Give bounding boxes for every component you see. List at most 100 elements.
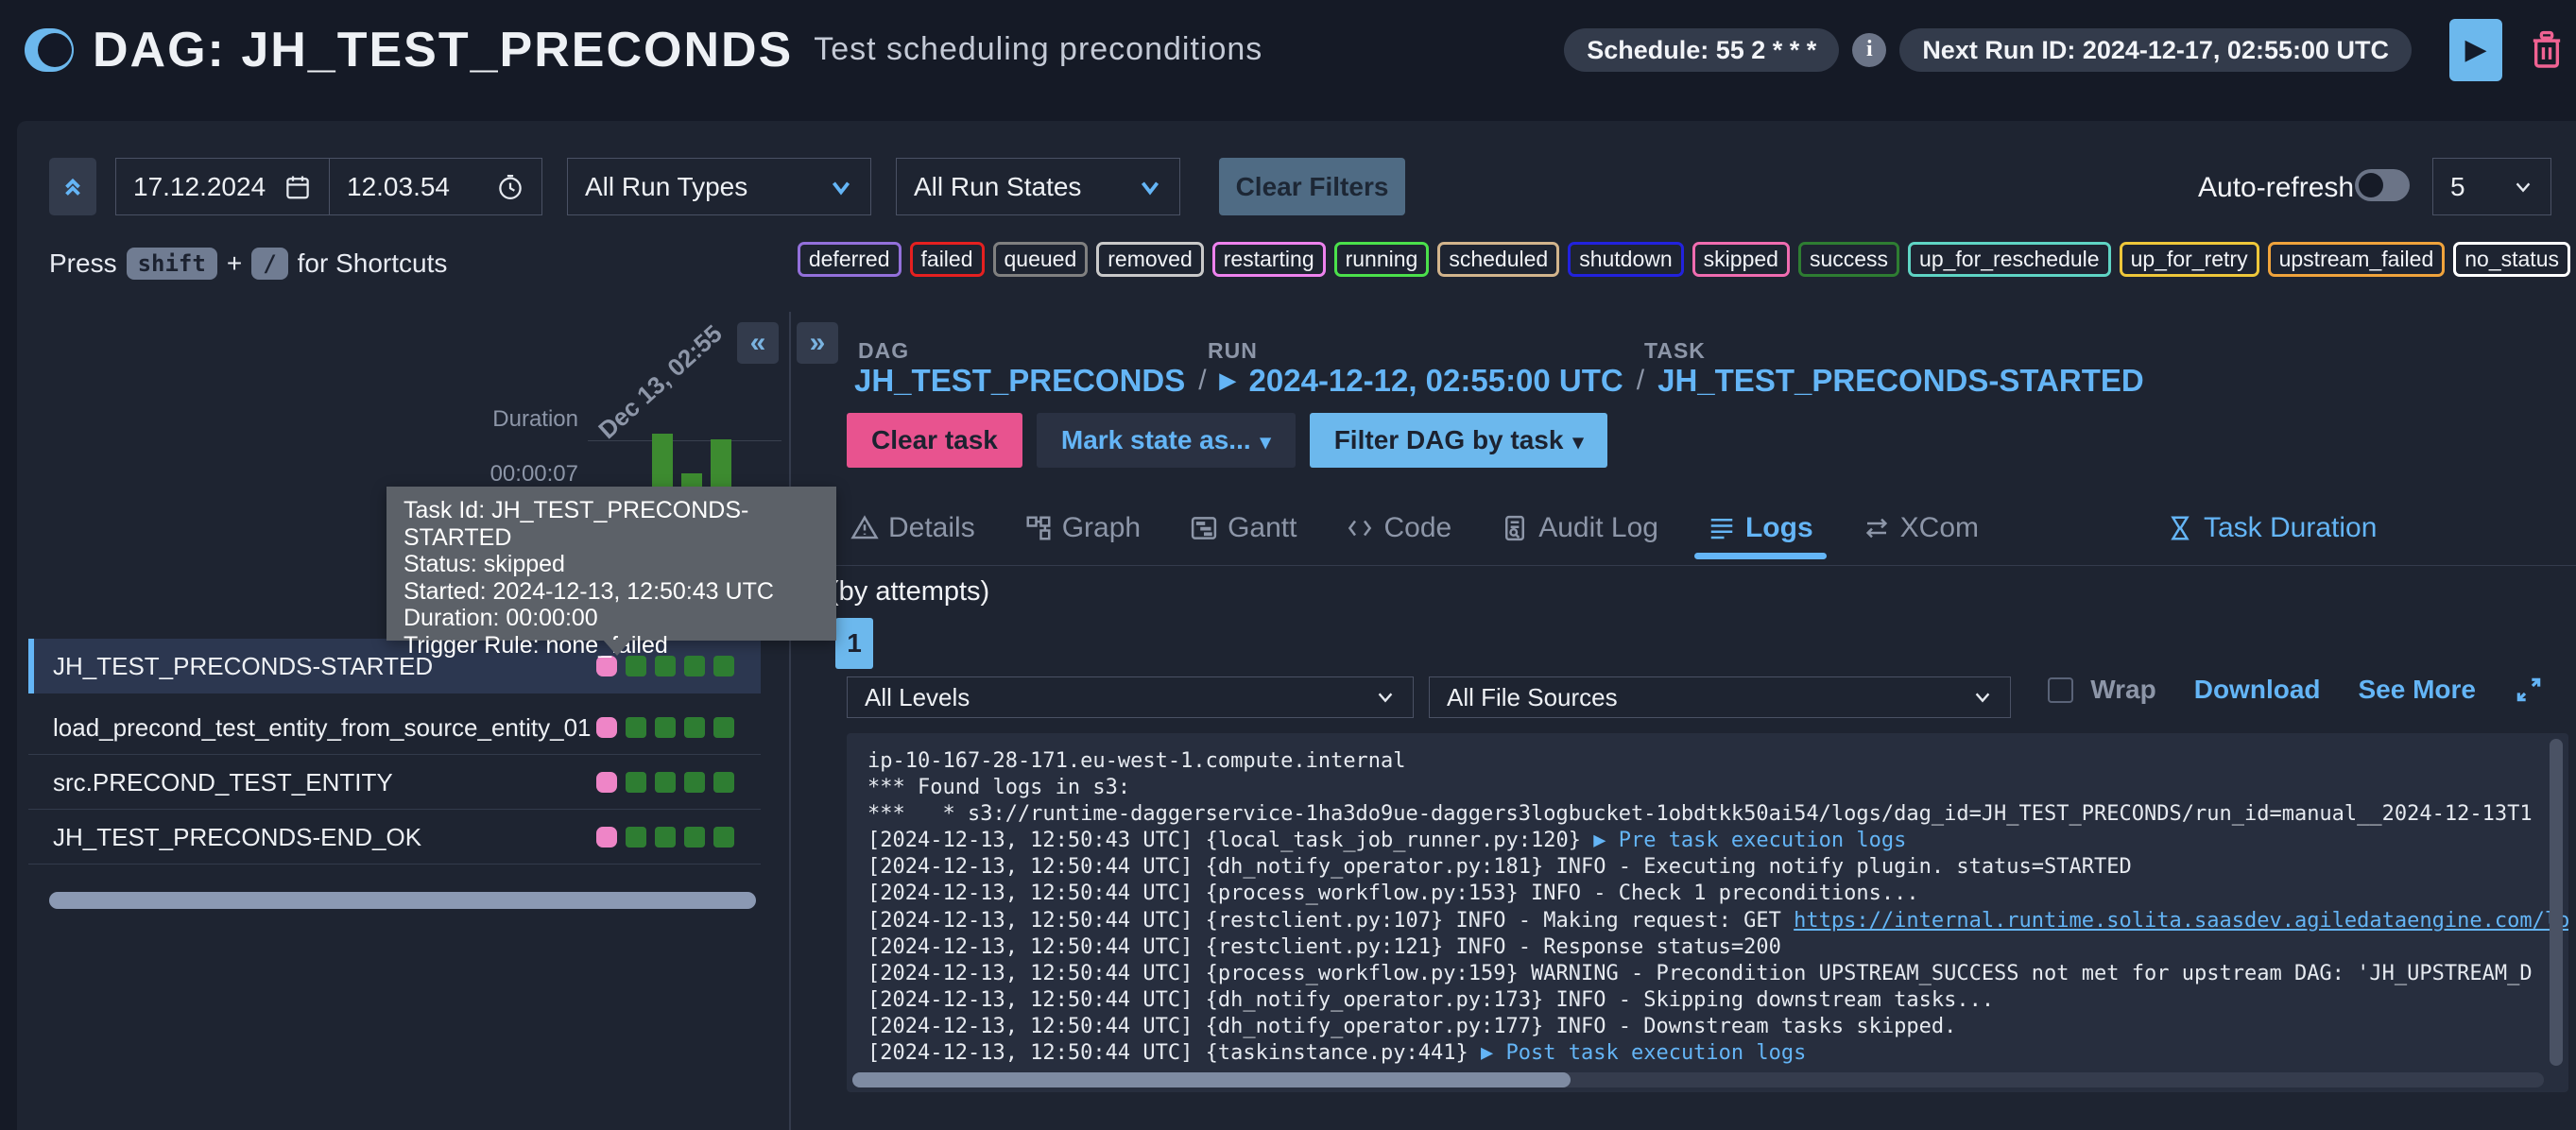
task-instance-square[interactable] (626, 827, 646, 848)
log-line: ip-10-167-28-171.eu-west-1.compute.inter… (867, 748, 2548, 775)
task-instance-square[interactable] (655, 656, 676, 676)
download-link[interactable]: Download (2194, 675, 2321, 705)
panel-divider[interactable] (789, 312, 791, 1130)
clear-filters-button[interactable]: Clear Filters (1219, 158, 1405, 215)
info-icon[interactable]: i (1852, 33, 1886, 67)
task-instance-square[interactable] (713, 772, 734, 793)
task-instance-square[interactable] (626, 717, 646, 738)
filter-dag-button[interactable]: Filter DAG by task▾ (1310, 413, 1608, 468)
run-date-input[interactable]: 17.12.2024 (115, 158, 329, 215)
legend-badge-scheduled[interactable]: scheduled (1437, 242, 1559, 277)
legend-badge-deferred[interactable]: deferred (798, 242, 902, 277)
logger-url-link[interactable]: https://internal.runtime.solita.saasdev.… (1794, 909, 2568, 933)
task-row[interactable]: load_precond_test_entity_from_source_ent… (28, 701, 761, 755)
dag-run-state-square[interactable] (596, 656, 617, 676)
task-instance-square[interactable] (655, 772, 676, 793)
task-instance-square[interactable] (713, 827, 734, 848)
run-states-select[interactable]: All Run States (896, 158, 1180, 215)
log-output[interactable]: ip-10-167-28-171.eu-west-1.compute.inter… (847, 733, 2568, 1092)
task-instance-square[interactable] (713, 717, 734, 738)
chevron-down-icon (1972, 687, 1993, 708)
shift-key-chip: shift (127, 248, 217, 280)
legend-badge-failed[interactable]: failed (910, 242, 985, 277)
post-task-logs-link[interactable]: ▶ Post task execution logs (1481, 1041, 1806, 1065)
run-types-value: All Run Types (585, 172, 829, 202)
task-name: JH_TEST_PRECONDS-END_OK (53, 823, 421, 852)
duration-bar[interactable] (652, 434, 673, 487)
legend-badge-running[interactable]: running (1334, 242, 1430, 277)
tab-xcom[interactable]: XCom (1863, 512, 1979, 544)
tab-graph[interactable]: Graph (1024, 512, 1141, 544)
legend-badge-shutdown[interactable]: shutdown (1568, 242, 1683, 277)
dag-run-state-square[interactable] (596, 772, 617, 793)
legend-badge-up-for-reschedule[interactable]: up_for_reschedule (1908, 242, 2111, 277)
tab-logs[interactable]: Logs (1708, 512, 1813, 544)
log-sources-select[interactable]: All File Sources (1429, 676, 2011, 718)
fullscreen-icon[interactable] (2514, 675, 2544, 705)
refresh-interval-select[interactable]: 5 (2432, 158, 2551, 215)
active-tab-underline (1694, 553, 1827, 559)
pre-task-logs-link[interactable]: ▶ Pre task execution logs (1593, 829, 1906, 852)
auto-refresh-label: Auto-refresh (2198, 172, 2354, 204)
task-instance-square[interactable] (713, 656, 734, 676)
log-levels-select[interactable]: All Levels (847, 676, 1414, 718)
legend-badge-restarting[interactable]: restarting (1212, 242, 1326, 277)
task-instance-square[interactable] (684, 772, 705, 793)
page-title: DAG: JH_TEST_PRECONDS (93, 22, 793, 78)
tab-code[interactable]: Code (1346, 512, 1451, 544)
attempt-1-button[interactable]: 1 (835, 618, 873, 669)
task-row[interactable]: JH_TEST_PRECONDS-END_OK (28, 811, 761, 865)
task-instance-square[interactable] (655, 827, 676, 848)
log-line: *** Found logs in s3: (867, 775, 2548, 801)
breadcrumb-dag-value[interactable]: JH_TEST_PRECONDS (854, 363, 1185, 399)
run-types-select[interactable]: All Run Types (567, 158, 871, 215)
legend-badge-skipped[interactable]: skipped (1692, 242, 1790, 277)
legend-badge-queued[interactable]: queued (993, 242, 1089, 277)
legend-badge-up-for-retry[interactable]: up_for_retry (2120, 242, 2259, 277)
legend-badge-upstream-failed[interactable]: upstream_failed (2268, 242, 2446, 277)
dag-run-state-square[interactable] (596, 827, 617, 848)
tab-audit-log[interactable]: Audit Log (1501, 512, 1658, 544)
duration-bar[interactable] (711, 439, 731, 487)
task-instance-square[interactable] (626, 772, 646, 793)
log-horizontal-scrollbar[interactable] (852, 1072, 1571, 1087)
duration-bar[interactable] (681, 473, 702, 487)
app-logo[interactable] (25, 28, 74, 72)
dag-run-state-square[interactable] (596, 717, 617, 738)
run-time-input[interactable]: 12.03.54 (329, 158, 542, 215)
duration-axis-value: 00:00:07 (451, 461, 578, 488)
task-instance-square[interactable] (684, 827, 705, 848)
grid-horizontal-scrollbar[interactable] (49, 892, 756, 909)
task-instance-square[interactable] (626, 656, 646, 676)
clear-task-button[interactable]: Clear task (847, 413, 1022, 468)
breadcrumb-task-label: TASK (1644, 338, 1706, 364)
tab-label: XCom (1900, 512, 1979, 544)
breadcrumb-task-value[interactable]: JH_TEST_PRECONDS-STARTED (1657, 363, 2144, 399)
auto-refresh-toggle[interactable] (2355, 169, 2410, 201)
task-state-squares (596, 717, 734, 738)
legend-badge-no-status[interactable]: no_status (2453, 242, 2570, 277)
delete-dag-icon[interactable] (2531, 29, 2563, 71)
collapse-filters-button[interactable] (49, 158, 96, 215)
see-more-link[interactable]: See More (2359, 675, 2477, 705)
breadcrumb-run-value[interactable]: 2024-12-12, 02:55:00 UTC (1249, 363, 1623, 399)
legend-badge-success[interactable]: success (1798, 242, 1899, 277)
mark-state-button[interactable]: Mark state as...▾ (1037, 413, 1296, 468)
task-instance-square[interactable] (684, 656, 705, 676)
task-instance-square[interactable] (684, 717, 705, 738)
duration-bar-chart (652, 434, 731, 487)
grid-next-button[interactable]: » (797, 322, 838, 364)
legend-badge-removed[interactable]: removed (1096, 242, 1203, 277)
task-name: src.PRECOND_TEST_ENTITY (53, 768, 393, 797)
tab-task-duration[interactable]: Task Duration (2166, 505, 2377, 552)
task-instance-square[interactable] (655, 717, 676, 738)
airflow-dag-page: DAG: JH_TEST_PRECONDS Test scheduling pr… (0, 0, 2576, 1130)
wrap-checkbox[interactable] (2048, 677, 2073, 703)
tab-details[interactable]: Details (850, 512, 975, 544)
shortcuts-text: Press (49, 248, 117, 279)
log-vertical-scrollbar[interactable] (2550, 739, 2563, 1066)
trigger-dag-button[interactable]: ▶ (2449, 19, 2502, 81)
tab-gantt[interactable]: Gantt (1190, 512, 1297, 544)
grid-prev-button[interactable]: « (737, 322, 779, 364)
task-row[interactable]: src.PRECOND_TEST_ENTITY (28, 756, 761, 810)
